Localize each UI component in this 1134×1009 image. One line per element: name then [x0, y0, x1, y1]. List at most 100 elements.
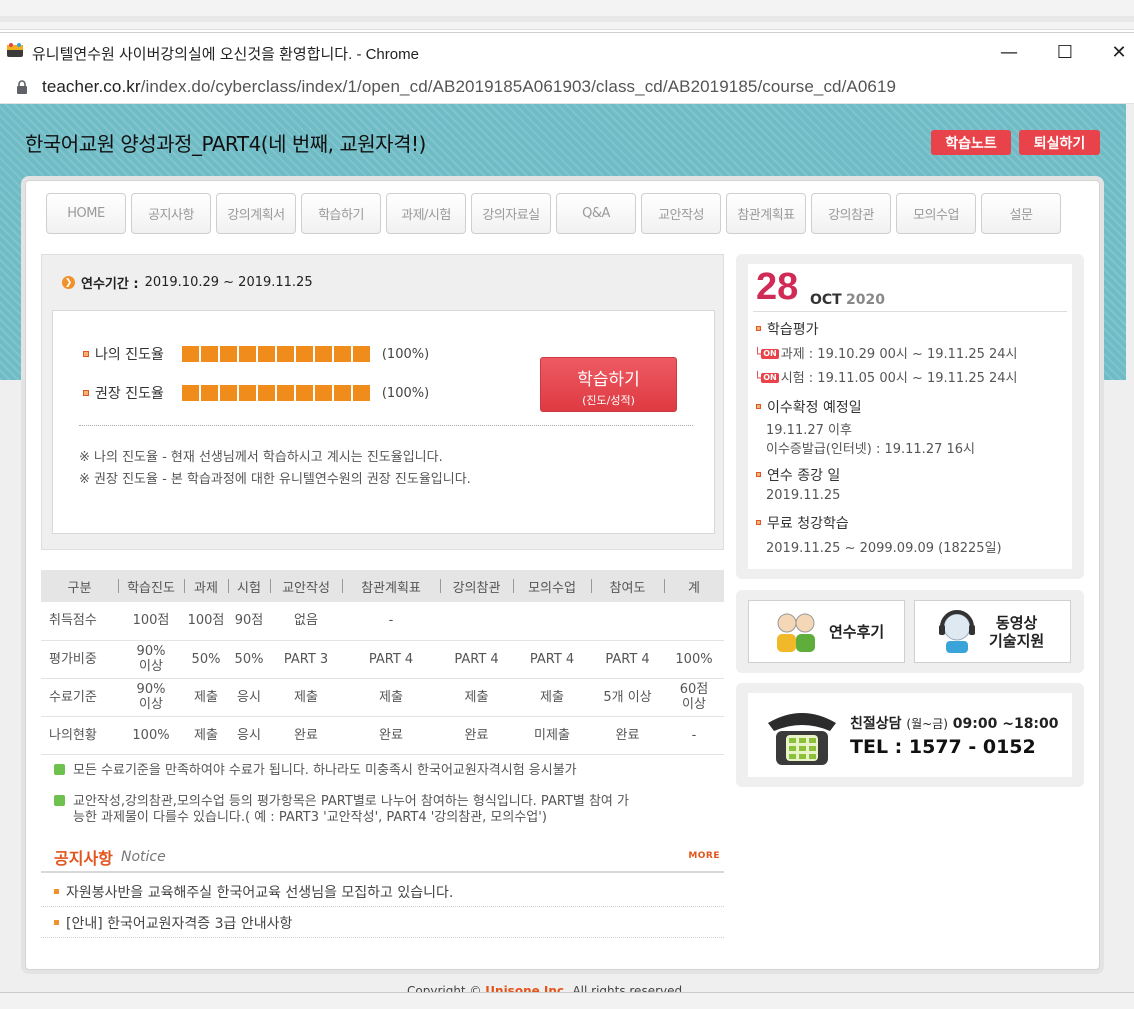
end-date: 2019.11.25 [766, 488, 841, 503]
divider [79, 425, 693, 426]
consult-hours: 친절상담 (월~금) 09:00 ~18:00 [850, 713, 1059, 733]
row-label: 나의현황 [41, 716, 118, 755]
study-note-button[interactable]: 학습노트 [931, 130, 1011, 155]
url-host: teacher.co.kr [42, 77, 141, 96]
training-period: ❯ 연수기간 : 2019.10.29 ~ 2019.11.25 [62, 273, 313, 292]
tab-observation-plan[interactable]: 참관계획표 [726, 193, 806, 234]
table-header: 과제 [184, 570, 228, 602]
tab-study[interactable]: 학습하기 [301, 193, 381, 234]
table-cell: 제출 [513, 678, 591, 717]
telephone-icon [768, 713, 836, 765]
table-cell: 완료 [440, 716, 513, 755]
consult-label: 친절상담 [850, 716, 902, 732]
bullet-icon [756, 520, 761, 525]
table-cell: 제출 [184, 678, 228, 717]
main-panel: HOME 공지사항 강의계획서 학습하기 과제/시험 강의자료실 Q&A 교안작… [25, 180, 1100, 970]
address-bar[interactable]: teacher.co.kr/index.do/cyberclass/index/… [0, 70, 1134, 104]
bullet-icon [756, 404, 761, 409]
tab-home[interactable]: HOME [46, 193, 126, 234]
table-cell: 미제출 [513, 716, 591, 755]
page-content: 한국어교원 양성과정_PART4(네 번째, 교원자격!) 학습노트 퇴실하기 … [0, 104, 1134, 992]
schedule-box: 28 OCT 2020 학습평가 └ ON 과제 : 19.10.29 00시 ~ … [736, 254, 1084, 579]
contact-box: 친절상담 (월~금) 09:00 ~18:00 TEL : 1577 - 015… [736, 683, 1084, 787]
start-study-button[interactable]: 학습하기 (진도/성적) [540, 357, 677, 412]
table-cell: 제출 [440, 678, 513, 717]
bottom-background-strip [0, 992, 1134, 1009]
unitel-favicon-icon [7, 43, 23, 57]
table-header: 구분 [41, 570, 118, 602]
completion-note-text: 모든 수료기준을 만족하여야 수료가 됩니다. 하나라도 미충족시 한국어교원자… [73, 763, 577, 778]
url-text[interactable]: teacher.co.kr/index.do/cyberclass/index/… [42, 77, 896, 97]
table-cell: - [664, 716, 724, 755]
schedule-inner: 28 OCT 2020 학습평가 └ ON 과제 : 19.10.29 00시 ~ … [748, 264, 1072, 569]
criteria-row: 수료기준 90% 이상 제출 응시 제출 제출 제출 제출 5개 이상 60점 이상 [41, 678, 724, 717]
exit-button[interactable]: 퇴실하기 [1019, 130, 1100, 155]
start-study-sublabel: (진도/성적) [582, 394, 635, 407]
table-cell: 응시 [228, 716, 270, 755]
free-audit-title-text: 무료 청강학습 [767, 516, 849, 532]
recommended-progress-percent: (100%) [381, 385, 430, 401]
green-arrow-icon [54, 795, 65, 806]
notice-item[interactable]: [안내] 한국어교원자격증 3급 안내사항 [41, 908, 724, 938]
table-cell: 50% [228, 640, 270, 679]
row-label: 평가비중 [41, 640, 118, 679]
green-arrow-icon [54, 764, 65, 775]
acquired-score-row: 취득점수 100점 100점 90점 없음 - [41, 602, 724, 641]
tab-notice[interactable]: 공지사항 [131, 193, 211, 234]
notice-item[interactable]: 자원봉사반을 교육해주실 한국어교육 선생님을 모집하고 있습니다. [41, 877, 724, 907]
tech-support-label: 동영상 기술지원 [989, 614, 1044, 650]
tab-lesson-plan[interactable]: 교안작성 [641, 193, 721, 234]
main-nav: HOME 공지사항 강의계획서 학습하기 과제/시험 강의자료실 Q&A 교안작… [46, 193, 1061, 234]
table-cell: 응시 [228, 678, 270, 717]
bullet-icon [83, 390, 89, 396]
tab-materials[interactable]: 강의자료실 [471, 193, 551, 234]
recommended-progress-label: 권장 진도율 [95, 386, 164, 402]
url-path: /index.do/cyberclass/index/1/open_cd/AB2… [140, 77, 897, 96]
tab-assignment-exam[interactable]: 과제/시험 [386, 193, 466, 234]
copyright-post: All rights reserved. [572, 984, 686, 992]
completion-title: 이수확정 예정일 [756, 397, 862, 417]
row-label: 취득점수 [41, 602, 118, 641]
table-header: 시험 [228, 570, 270, 602]
start-study-label: 학습하기 [577, 370, 640, 390]
bullet-icon [54, 920, 59, 925]
on-badge: ON [761, 349, 779, 359]
maximize-button[interactable]: ☐ [1050, 39, 1080, 65]
on-badge: ON [761, 373, 779, 383]
table-header: 모의수업 [513, 570, 591, 602]
tab-syllabus[interactable]: 강의계획서 [216, 193, 296, 234]
table-cell: PART 4 [513, 640, 591, 679]
end-title-text: 연수 종강 일 [767, 468, 841, 484]
tab-qna[interactable]: Q&A [556, 193, 636, 234]
table-header-row: 구분 학습진도 과제 시험 교안작성 참관계획표 강의참관 모의수업 참여도 계 [41, 570, 724, 602]
progress-section: ❯ 연수기간 : 2019.10.29 ~ 2019.11.25 나의 진도율 … [41, 254, 724, 550]
tab-mock-class[interactable]: 모의수업 [896, 193, 976, 234]
notice-item-text: 자원봉사반을 교육해주실 한국어교육 선생님을 모집하고 있습니다. [66, 884, 454, 901]
tech-support-button[interactable]: 동영상 기술지원 [914, 600, 1071, 663]
company-name: Unisone Inc. [485, 984, 569, 992]
progress-box: 나의 진도율 (100%) 권장 진도율 (100%) 학습하기 (진도/성적)… [52, 310, 715, 534]
table-cell: 100점 [184, 602, 228, 641]
consult-time: 09:00 ~18:00 [952, 716, 1059, 732]
calendar-year: 2020 [846, 292, 885, 308]
my-progress-percent: (100%) [381, 346, 430, 362]
table-cell: PART 3 [270, 640, 342, 679]
table-cell [664, 602, 724, 641]
minimize-button[interactable]: — [994, 39, 1024, 65]
more-link[interactable]: MORE [688, 851, 720, 861]
my-progress-label: 나의 진도율 [95, 347, 164, 363]
row-label: 수료기준 [41, 678, 118, 717]
table-header: 교안작성 [270, 570, 342, 602]
table-cell: 5개 이상 [591, 678, 664, 717]
review-label: 연수후기 [829, 623, 885, 641]
tab-survey[interactable]: 설문 [981, 193, 1061, 234]
review-button[interactable]: 연수후기 [748, 600, 905, 663]
tab-observation[interactable]: 강의참관 [811, 193, 891, 234]
table-cell: 없음 [270, 602, 342, 641]
notice-title-en: Notice [121, 849, 166, 865]
calendar-day: 28 [756, 266, 799, 308]
on-connector-icon: └ [754, 347, 762, 361]
end-title: 연수 종강 일 [756, 465, 840, 485]
close-button[interactable]: ✕ [1104, 39, 1134, 65]
table-cell: 100% [118, 716, 184, 755]
